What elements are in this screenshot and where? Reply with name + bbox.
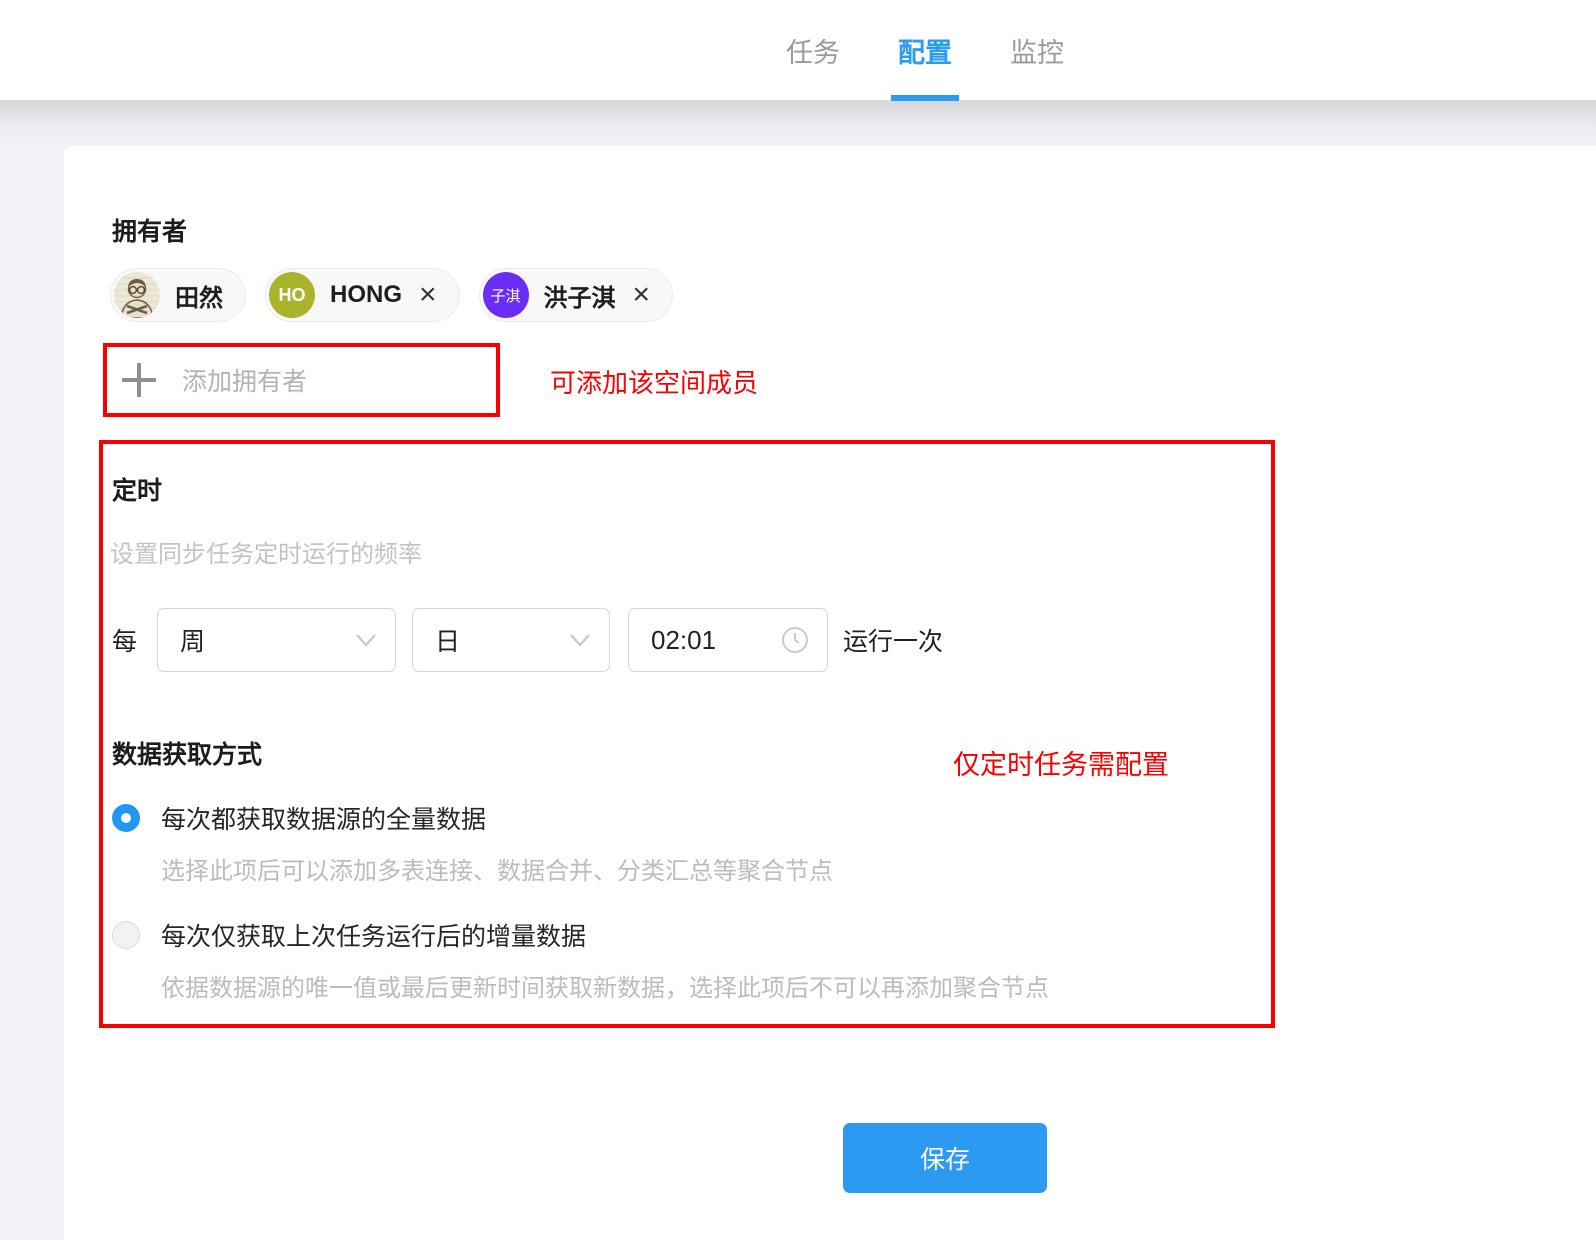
schedule-description: 设置同步任务定时运行的频率 bbox=[110, 534, 422, 569]
avatar-initials: HO bbox=[269, 272, 315, 318]
annotation-add-member: 可添加该空间成员 bbox=[550, 363, 758, 400]
time-picker[interactable]: 02:01 bbox=[628, 608, 828, 672]
radio-option-full[interactable]: 每次都获取数据源的全量数据 bbox=[112, 800, 833, 836]
member-name: 田然 bbox=[175, 278, 223, 313]
chevron-down-icon bbox=[355, 633, 377, 647]
close-icon[interactable]: × bbox=[419, 280, 437, 310]
option-label: 每次都获取数据源的全量数据 bbox=[161, 800, 486, 836]
radio-unselected-icon[interactable] bbox=[112, 921, 140, 949]
owner-chip-hong[interactable]: HO HONG × bbox=[265, 268, 460, 322]
schedule-highlight-box: 定时 设置同步任务定时运行的频率 每 周 日 02:01 bbox=[99, 440, 1275, 1028]
option-description: 依据数据源的唯一值或最后更新时间获取新数据，选择此项后不可以再添加聚合节点 bbox=[161, 968, 1049, 1003]
clock-icon bbox=[781, 626, 809, 654]
header-drop-shadow bbox=[0, 101, 1596, 147]
annotation-scheduled-only: 仅定时任务需配置 bbox=[953, 743, 1169, 782]
option-label: 每次仅获取上次任务运行后的增量数据 bbox=[161, 917, 586, 953]
member-name: 洪子淇 bbox=[544, 278, 616, 313]
tab-monitor[interactable]: 监控 bbox=[1010, 0, 1064, 101]
tab-monitor-label: 监控 bbox=[1010, 31, 1064, 70]
schedule-section-title: 定时 bbox=[112, 471, 162, 507]
add-owner-input[interactable]: 添加拥有者 bbox=[107, 347, 496, 413]
schedule-suffix: 运行一次 bbox=[843, 622, 943, 658]
app-window: 任务 配置 监控 拥有者 bbox=[0, 0, 1596, 1240]
member-name: HONG bbox=[330, 281, 402, 309]
tab-tasks-label: 任务 bbox=[786, 31, 840, 70]
owner-section-title: 拥有者 bbox=[112, 212, 187, 248]
owner-chip-tianran[interactable]: 田然 bbox=[110, 268, 246, 322]
avatar-initials: 子淇 bbox=[483, 272, 529, 318]
avatar bbox=[114, 272, 160, 318]
active-tab-underline bbox=[891, 95, 959, 101]
chevron-down-icon bbox=[569, 633, 591, 647]
tab-tasks[interactable]: 任务 bbox=[786, 0, 840, 101]
time-picker-value: 02:01 bbox=[651, 625, 716, 656]
data-mode-option-full: 每次都获取数据源的全量数据 选择此项后可以添加多表连接、数据合并、分类汇总等聚合… bbox=[112, 800, 833, 886]
close-icon[interactable]: × bbox=[633, 280, 651, 310]
schedule-prefix: 每 bbox=[112, 622, 137, 658]
tab-config[interactable]: 配置 bbox=[898, 0, 952, 101]
frequency-select[interactable]: 周 bbox=[157, 608, 396, 672]
day-select[interactable]: 日 bbox=[412, 608, 610, 672]
schedule-row: 每 周 日 02:01 运行一次 bbox=[112, 607, 943, 673]
owner-chips: 田然 HO HONG × 子淇 洪子淇 × bbox=[110, 268, 673, 322]
tab-config-label: 配置 bbox=[898, 31, 952, 70]
add-owner-highlight-box: 添加拥有者 bbox=[103, 343, 500, 417]
owner-chip-hongziqi[interactable]: 子淇 洪子淇 × bbox=[479, 268, 674, 322]
frequency-select-value: 周 bbox=[180, 622, 205, 658]
tabs: 任务 配置 监控 bbox=[786, 0, 1064, 101]
add-owner-placeholder: 添加拥有者 bbox=[182, 362, 307, 398]
radio-option-incremental[interactable]: 每次仅获取上次任务运行后的增量数据 bbox=[112, 917, 1049, 953]
radio-selected-icon[interactable] bbox=[112, 804, 140, 832]
option-description: 选择此项后可以添加多表连接、数据合并、分类汇总等聚合节点 bbox=[161, 851, 833, 886]
save-button[interactable]: 保存 bbox=[843, 1123, 1047, 1193]
plus-icon bbox=[122, 363, 156, 397]
header-tab-bar: 任务 配置 监控 bbox=[0, 0, 1596, 101]
data-mode-option-incremental: 每次仅获取上次任务运行后的增量数据 依据数据源的唯一值或最后更新时间获取新数据，… bbox=[112, 917, 1049, 1003]
day-select-value: 日 bbox=[435, 622, 460, 658]
cartoon-avatar-image bbox=[114, 272, 160, 318]
data-mode-section-title: 数据获取方式 bbox=[112, 735, 262, 771]
